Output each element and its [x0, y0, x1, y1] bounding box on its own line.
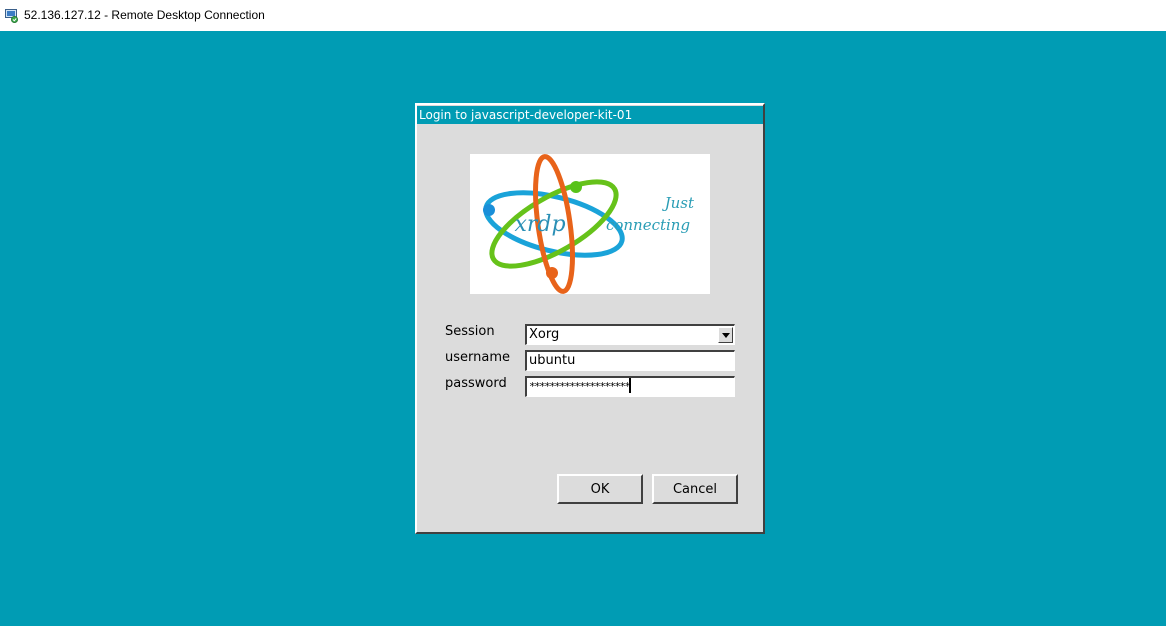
text-cursor	[629, 378, 632, 393]
password-value: ********************	[529, 380, 631, 393]
window-title: 52.136.127.12 - Remote Desktop Connectio…	[24, 8, 265, 22]
xrdp-logo: xrdp Just connecting	[470, 154, 710, 294]
xrdp-brand-text: xrdp	[514, 212, 565, 237]
login-dialog: Login to javascript-developer-kit-01 xrd…	[415, 103, 765, 534]
remote-desktop-icon	[5, 8, 19, 24]
tagline-line2: connecting	[605, 216, 691, 234]
username-label: username	[445, 350, 510, 365]
username-field[interactable]: ubuntu	[525, 350, 735, 371]
cancel-button[interactable]: Cancel	[652, 474, 738, 504]
ok-button[interactable]: OK	[557, 474, 643, 504]
chevron-down-icon[interactable]	[718, 327, 733, 343]
password-label: password	[445, 376, 507, 391]
tagline-line1: Just	[664, 194, 694, 212]
session-select[interactable]: Xorg	[525, 324, 735, 345]
username-value: ubuntu	[529, 353, 576, 368]
logo-tagline: Just connecting	[598, 192, 698, 236]
password-field[interactable]: ********************	[525, 376, 735, 397]
dialog-title[interactable]: Login to javascript-developer-kit-01	[417, 106, 763, 124]
window-titlebar: 52.136.127.12 - Remote Desktop Connectio…	[0, 0, 1166, 31]
session-label: Session	[445, 324, 495, 339]
session-value: Xorg	[529, 327, 560, 342]
